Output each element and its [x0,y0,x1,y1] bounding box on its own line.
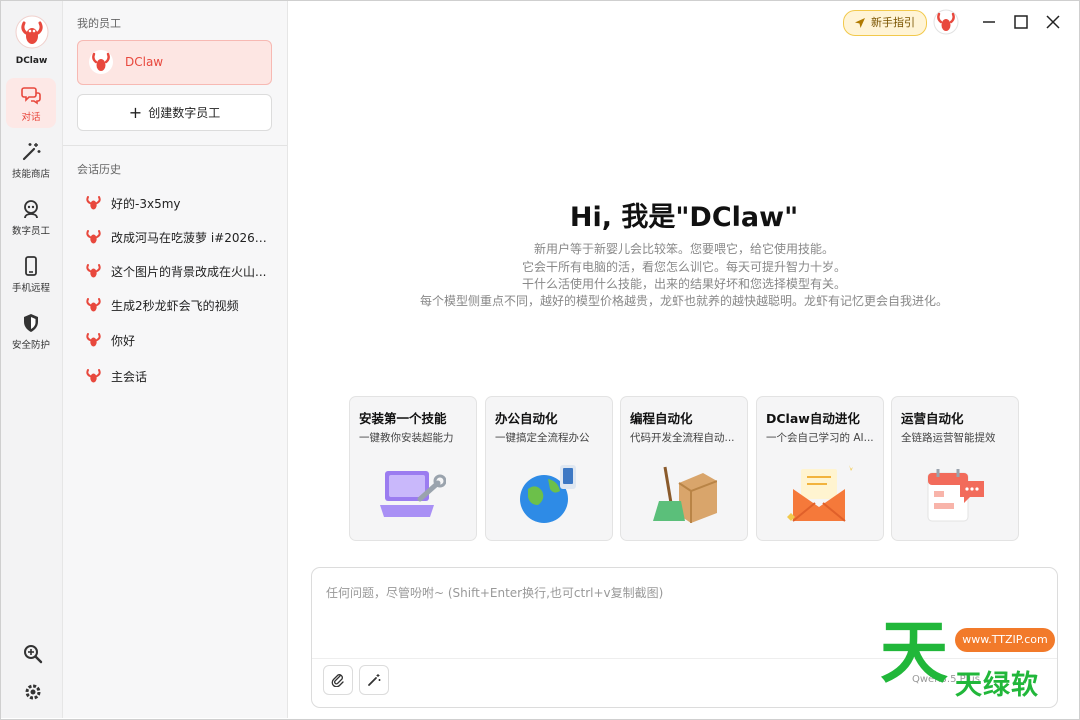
magic-wand-icon [22,143,41,161]
create-employee-button[interactable]: + 创建数字员工 [77,94,272,131]
employees-section-title: 我的员工 [77,17,121,30]
gear-icon[interactable] [23,682,43,702]
history-item[interactable]: 生成2秒龙虾会飞的视频 [85,291,275,317]
rail-item-digital-staff[interactable]: 数字员工 [6,192,56,242]
quick-card-dclaw-evolution[interactable]: DClaw自动进化 一个会自己学习的 AI... [756,396,884,541]
rail-item-label: 手机远程 [11,283,50,294]
shield-icon [24,314,38,332]
lobster-icon [86,298,101,312]
guide-button[interactable]: 新手指引 [843,10,927,36]
history-item[interactable]: 你好 [85,326,275,352]
dclaw-logo-icon[interactable] [15,15,49,49]
hero-line: 干什么活使用什么技能，出来的结果好坏和您选择模型有关。 [521,277,846,291]
history-item-title: 改成河马在吃菠萝 i#2026041... [111,231,271,245]
hero-line: 它会干所有电脑的活，看您怎么训它。每天可提升智力十岁。 [521,260,846,274]
rail-item-phone-remote[interactable]: 手机远程 [6,249,56,299]
sidebar-divider [63,145,287,146]
card-description: 代码开发全流程自动... [630,432,735,444]
history-item-title: 生成2秒龙虾会飞的视频 [111,299,239,313]
phone-icon [25,256,37,276]
quick-card-coding-automation[interactable]: 编程自动化 代码开发全流程自动... [620,396,748,541]
plus-icon: + [128,103,143,122]
logo-label: DClaw [15,56,48,66]
card-description: 一键搞定全流程办公 [495,432,590,444]
hero-line: 新用户等于新婴儿会比较笨。您要喂它，给它使用技能。 [533,242,834,256]
lobster-icon [86,264,101,278]
dclaw-avatar-icon [89,50,113,74]
nav-rail: DClaw 对话 技能商店 数字员工 手机远程 安全防护 [1,1,63,718]
card-title: 运营自动化 [901,411,964,426]
attach-button[interactable] [323,665,353,695]
watermark-logo-char: 天 [880,614,949,693]
history-item[interactable]: 改成河马在吃菠萝 i#2026041... [85,223,275,249]
history-section-title: 会话历史 [77,163,121,176]
card-title: 安装第一个技能 [359,411,447,426]
rail-item-label: 数字员工 [11,226,50,237]
quick-card-install-skill[interactable]: 安装第一个技能 一键教你安装超能力 [349,396,477,541]
lobster-icon [86,230,101,244]
hero-line: 每个模型侧重点不同，越好的模型价格越贵，龙虾也就养的越快越聪明。龙虾有记忆更会自… [419,294,948,308]
paperclip-icon [331,674,344,687]
history-item-title: 好的-3x5my [111,197,181,211]
watermark-url: www.TTZIP.com [955,628,1055,652]
calendar-chat-icon [927,469,984,522]
lobster-icon [86,369,101,383]
close-icon[interactable] [1043,12,1063,32]
create-employee-label: 创建数字员工 [148,106,221,120]
history-item-title: 这个图片的背景改成在火山... [111,265,267,279]
rail-item-label: 对话 [21,112,41,123]
robot-icon [24,200,38,219]
history-item-title: 你好 [111,334,136,348]
rail-item-label: 安全防护 [11,340,50,351]
quick-card-operation-automation[interactable]: 运营自动化 全链路运营智能提效 [891,396,1019,541]
chat-icon [21,87,41,105]
watermark-text: 天绿软 [955,670,1039,701]
card-description: 一个会自己学习的 AI... [766,432,874,444]
history-item[interactable]: 主会话 [85,362,275,388]
broom-box-icon [653,466,717,523]
rail-item-label: 技能商店 [11,169,50,180]
guide-label: 新手指引 [871,16,915,29]
rail-item-skill-store[interactable]: 技能商店 [6,135,56,185]
skill-button[interactable] [359,665,389,695]
card-title: DClaw自动进化 [766,411,860,426]
sidebar: 我的员工 DClaw + 创建数字员工 会话历史 好的-3x5my 改成河马在吃菠… [63,1,288,718]
card-description: 一键教你安装超能力 [359,432,454,444]
navigation-arrow-icon [855,18,865,28]
lobster-icon [86,333,101,347]
maximize-icon[interactable] [1011,12,1031,32]
rail-item-chat[interactable]: 对话 [6,78,56,128]
card-title: 编程自动化 [630,411,693,426]
lobster-icon [86,196,101,210]
magic-wand-icon [368,674,381,686]
quick-card-office-automation[interactable]: 办公自动化 一键搞定全流程办公 [485,396,613,541]
envelope-icon [787,465,853,522]
user-avatar-icon[interactable] [933,9,959,35]
zoom-icon[interactable] [23,644,43,664]
employee-card-dclaw[interactable]: DClaw [77,40,272,85]
rail-item-security[interactable]: 安全防护 [6,306,56,356]
history-item[interactable]: 好的-3x5my [85,189,275,215]
card-description: 全链路运营智能提效 [901,432,996,444]
minimize-icon[interactable] [979,12,999,32]
history-item[interactable]: 这个图片的背景改成在火山... [85,257,275,283]
globe-phone-icon [520,465,576,523]
history-item-title: 主会话 [111,370,148,384]
employee-name: DClaw [125,55,164,69]
card-title: 办公自动化 [495,411,558,426]
hero-title: Hi, 我是"DClaw" [569,202,799,233]
laptop-wrench-icon [380,471,446,517]
